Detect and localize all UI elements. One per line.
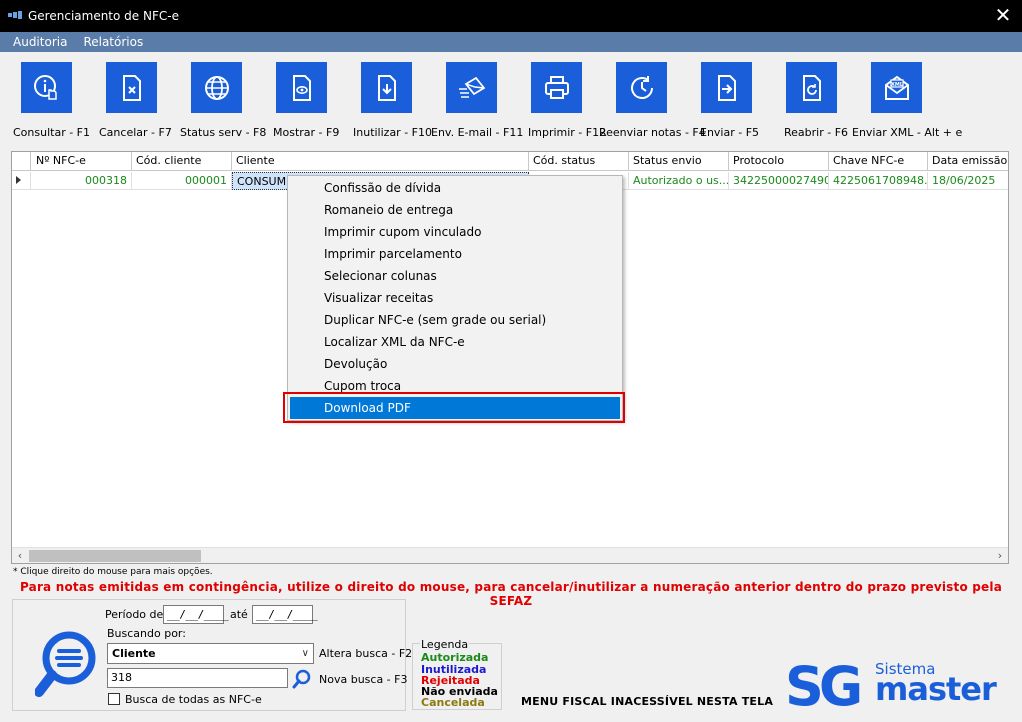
- search-by-value: Cliente: [112, 647, 156, 660]
- env-email-button[interactable]: [446, 62, 497, 113]
- cancel-document-icon: [122, 74, 141, 101]
- app-icon: [8, 11, 22, 21]
- close-icon[interactable]: ✕: [992, 4, 1014, 26]
- col-cod-status[interactable]: Cód. status: [529, 152, 629, 171]
- menu-fiscal-notice: MENU FISCAL INACESSÍVEL NESTA TELA: [521, 695, 774, 708]
- cell-numero[interactable]: 000318: [31, 172, 132, 190]
- menu-item-imprimir-cupom-vinculado[interactable]: Imprimir cupom vinculado: [290, 221, 620, 243]
- reabrir-label: Reabrir - F6: [784, 126, 849, 139]
- view-document-icon: [292, 74, 311, 101]
- menu-item-visualizar-receitas[interactable]: Visualizar receitas: [290, 287, 620, 309]
- info-hand-icon: [33, 74, 57, 100]
- inutilizar-label: Inutilizar - F10: [353, 126, 432, 139]
- scroll-right-icon[interactable]: ›: [992, 548, 1008, 563]
- search-input[interactable]: 318: [107, 668, 288, 688]
- reopen-document-icon: [802, 74, 821, 101]
- cell-protocolo[interactable]: 342250000274907: [729, 172, 829, 190]
- search-by-select[interactable]: Cliente ∨: [107, 643, 314, 664]
- col-status-envio[interactable]: Status envio: [629, 152, 729, 171]
- menu-item-selecionar-colunas[interactable]: Selecionar colunas: [290, 265, 620, 287]
- title-bar: Gerenciamento de NFC-e ✕: [0, 0, 1022, 32]
- download-document-icon: [377, 74, 396, 101]
- enviar-label: Enviar - F5: [700, 126, 760, 139]
- change-search-label: Altera busca - F2: [319, 647, 413, 660]
- col-data-emissao[interactable]: Data emissão: [928, 152, 1008, 171]
- reabrir-button[interactable]: [786, 62, 837, 113]
- status-serv-label: Status serv - F8: [180, 126, 267, 139]
- scroll-left-icon[interactable]: ‹: [12, 548, 28, 563]
- toolbar: Consultar - F1 Cancelar - F7 Status serv…: [0, 52, 1022, 148]
- scroll-thumb[interactable]: [29, 550, 201, 562]
- resend-clock-icon: [630, 75, 653, 99]
- sg-master-logo: SG Sistema master: [785, 655, 998, 713]
- row-indicator-header: [12, 152, 31, 171]
- cell-status-envio[interactable]: Autorizado o us...: [629, 172, 729, 190]
- col-chave[interactable]: Chave NFC-e: [829, 152, 928, 171]
- window-title: Gerenciamento de NFC-e: [28, 9, 179, 23]
- enviar-button[interactable]: [701, 62, 752, 113]
- col-protocolo[interactable]: Protocolo: [729, 152, 829, 171]
- menu-auditoria[interactable]: Auditoria: [0, 35, 77, 49]
- legend: Legenda Autorizada Inutilizada Rejeitada…: [412, 638, 502, 710]
- env-email-label: Env. E-mail - F11: [431, 126, 524, 139]
- mostrar-label: Mostrar - F9: [273, 126, 340, 139]
- enviar-xml-button[interactable]: XML: [871, 62, 922, 113]
- col-cliente[interactable]: Cliente: [232, 152, 529, 171]
- xml-email-icon: XML: [884, 75, 909, 100]
- legend-title: Legenda: [420, 638, 470, 651]
- period-label: Período de: [105, 608, 164, 621]
- grid-header: Nº NFC-e Cód. cliente Cliente Cód. statu…: [12, 152, 1008, 171]
- menu-item-confissao-divida[interactable]: Confissão de dívida: [290, 177, 620, 199]
- menu-item-devolucao[interactable]: Devolução: [290, 353, 620, 375]
- imprimir-button[interactable]: [531, 62, 582, 113]
- search-icon: [35, 631, 96, 697]
- menu-item-duplicar-nfce[interactable]: Duplicar NFC-e (sem grade ou serial): [290, 309, 620, 331]
- globe-icon: [204, 75, 229, 100]
- mostrar-button[interactable]: [276, 62, 327, 113]
- new-search-label: Nova busca - F3: [319, 673, 408, 686]
- enviar-xml-label: Enviar XML - Alt + e: [852, 126, 963, 139]
- menu-bar: Auditoria Relatórios: [0, 32, 1022, 52]
- menu-item-imprimir-parcelamento[interactable]: Imprimir parcelamento: [290, 243, 620, 265]
- logo-word-master: master: [875, 670, 997, 708]
- legend-cancelada: Cancelada: [421, 696, 485, 709]
- period-to-input[interactable]: __/__/____: [252, 605, 318, 624]
- context-menu: Confissão de dívida Romaneio de entrega …: [287, 175, 623, 421]
- send-document-icon: [717, 74, 736, 101]
- printer-icon: [544, 75, 569, 99]
- reenviar-notas-label: Reenviar notas - F4: [599, 126, 706, 139]
- search-panel: Período de __/__/____ até __/__/____ Bus…: [12, 599, 412, 711]
- col-numero[interactable]: Nº NFC-e: [31, 152, 132, 171]
- col-cod-cliente[interactable]: Cód. cliente: [132, 152, 232, 171]
- reenviar-notas-button[interactable]: [616, 62, 667, 113]
- send-email-icon: [458, 76, 485, 98]
- row-pointer-icon: [16, 176, 21, 184]
- consultar-label: Consultar - F1: [13, 126, 91, 139]
- legend-autorizada: Autorizada: [421, 651, 489, 664]
- cell-data-emissao[interactable]: 18/06/2025: [928, 172, 1008, 190]
- horizontal-scrollbar[interactable]: ‹ ›: [12, 547, 1008, 563]
- chevron-down-icon: ∨: [301, 648, 309, 659]
- period-from-input[interactable]: __/__/____: [163, 605, 229, 624]
- all-nfce-checkbox[interactable]: [108, 693, 120, 705]
- status-serv-button[interactable]: [191, 62, 242, 113]
- search-go-icon[interactable]: [292, 669, 312, 689]
- menu-item-romaneio-entrega[interactable]: Romaneio de entrega: [290, 199, 620, 221]
- cancelar-button[interactable]: [106, 62, 157, 113]
- until-label: até: [230, 608, 248, 621]
- imprimir-label: Imprimir - F12: [528, 126, 607, 139]
- svg-text:XML: XML: [890, 82, 903, 88]
- consultar-button[interactable]: [21, 62, 72, 113]
- menu-relatorios[interactable]: Relatórios: [77, 35, 153, 49]
- inutilizar-button[interactable]: [361, 62, 412, 113]
- highlight-box: [283, 392, 625, 423]
- cell-cod-cliente[interactable]: 000001: [132, 172, 232, 190]
- cell-chave[interactable]: 4225061708948...: [829, 172, 928, 190]
- search-by-label: Buscando por:: [107, 627, 186, 640]
- menu-item-localizar-xml[interactable]: Localizar XML da NFC-e: [290, 331, 620, 353]
- right-click-hint: * Clique direito do mouse para mais opçõ…: [13, 567, 213, 577]
- all-nfce-label: Busca de todas as NFC-e: [125, 693, 262, 706]
- cancelar-label: Cancelar - F7: [99, 126, 172, 139]
- logo-mark: SG: [785, 655, 860, 713]
